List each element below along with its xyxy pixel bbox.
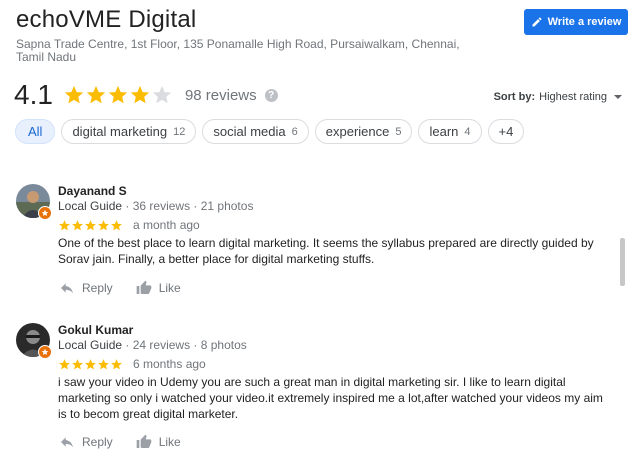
local-guide-label: Local Guide bbox=[58, 338, 123, 352]
chip-label: +4 bbox=[498, 124, 514, 139]
review-text: One of the best place to learn digital m… bbox=[58, 236, 594, 266]
rating-summary: 4.1 98 reviews ? bbox=[14, 79, 278, 110]
review-rating: a month ago bbox=[58, 218, 200, 232]
like-button[interactable]: Like bbox=[135, 434, 181, 450]
review-actions: Reply Like bbox=[58, 434, 203, 450]
write-review-button[interactable]: Write a review bbox=[524, 9, 628, 35]
sort-value: Highest rating bbox=[539, 91, 607, 103]
star-icon bbox=[72, 358, 83, 369]
star-icon bbox=[64, 85, 84, 104]
local-guide-label: Local Guide bbox=[58, 199, 123, 213]
review-date: 6 months ago bbox=[133, 357, 206, 371]
reply-icon bbox=[61, 437, 73, 448]
chip-more[interactable]: +4 bbox=[487, 119, 525, 144]
scrollbar[interactable] bbox=[620, 238, 625, 286]
chip-count: 5 bbox=[395, 125, 402, 138]
review-date: a month ago bbox=[133, 218, 200, 232]
like-label: Like bbox=[158, 281, 181, 295]
chip-count: 6 bbox=[291, 125, 298, 138]
star-icon bbox=[152, 85, 172, 104]
business-name: echoVME Digital bbox=[16, 6, 197, 33]
star-icon bbox=[86, 85, 106, 104]
review-stars bbox=[58, 358, 123, 371]
write-review-label: Write a review bbox=[547, 16, 622, 28]
star-icon bbox=[85, 219, 96, 230]
star-icon bbox=[111, 219, 122, 230]
chevron-down-icon bbox=[614, 95, 622, 99]
chip-all[interactable]: All bbox=[15, 119, 56, 144]
local-guide-badge-icon bbox=[38, 345, 52, 359]
star-icon bbox=[72, 219, 83, 230]
sort-label: Sort by: bbox=[493, 91, 536, 103]
chip-label: digital marketing bbox=[72, 124, 168, 139]
star-icon bbox=[130, 85, 150, 104]
reviewer-name[interactable]: Gokul Kumar bbox=[58, 323, 133, 337]
star-icon bbox=[111, 358, 122, 369]
star-icon bbox=[59, 358, 70, 369]
chip-learn[interactable]: learn 4 bbox=[418, 119, 482, 144]
local-guide-badge-icon bbox=[38, 206, 52, 220]
reply-button[interactable]: Reply bbox=[58, 280, 113, 296]
chip-experience[interactable]: experience 5 bbox=[314, 119, 413, 144]
review-actions: Reply Like bbox=[58, 280, 203, 296]
review-rating: 6 months ago bbox=[58, 357, 206, 371]
reviewer-stats: · 36 reviews · 21 photos bbox=[122, 199, 254, 213]
business-address: Sapna Trade Centre, 1st Floor, 135 Ponam… bbox=[16, 37, 460, 64]
review-text: i saw your video in Udemy you are such a… bbox=[58, 375, 603, 421]
chip-label: social media bbox=[213, 124, 286, 139]
review-item: Gokul Kumar Local Guide · 24 reviews · 8… bbox=[14, 323, 614, 453]
rating-value: 4.1 bbox=[14, 79, 53, 110]
rating-stars bbox=[63, 84, 173, 106]
sort-dropdown[interactable]: Sort by: Highest rating bbox=[494, 91, 622, 103]
star-icon bbox=[108, 85, 128, 104]
reviewer-meta: Local Guide · 36 reviews · 21 photos bbox=[58, 199, 253, 213]
reviewer-name[interactable]: Dayanand S bbox=[58, 184, 127, 198]
pencil-icon bbox=[532, 17, 542, 27]
thumbs-up-icon bbox=[136, 280, 152, 294]
reviewer-meta: Local Guide · 24 reviews · 8 photos bbox=[58, 338, 247, 352]
topic-filter-chips: All digital marketing 12 social media 6 … bbox=[15, 119, 525, 144]
chip-count: 12 bbox=[173, 125, 186, 138]
like-label: Like bbox=[158, 435, 181, 449]
star-icon bbox=[98, 219, 109, 230]
chip-label: All bbox=[28, 124, 43, 139]
reply-icon bbox=[61, 283, 73, 294]
chip-digital-marketing[interactable]: digital marketing 12 bbox=[61, 119, 197, 144]
chip-label: learn bbox=[429, 124, 459, 139]
chip-count: 4 bbox=[464, 125, 471, 138]
reply-label: Reply bbox=[82, 435, 113, 449]
reply-label: Reply bbox=[82, 281, 113, 295]
chip-social-media[interactable]: social media 6 bbox=[202, 119, 309, 144]
thumbs-up-icon bbox=[136, 434, 152, 448]
star-icon bbox=[85, 358, 96, 369]
reply-button[interactable]: Reply bbox=[58, 434, 113, 450]
review-stars bbox=[58, 219, 123, 232]
review-item: Dayanand S Local Guide · 36 reviews · 21… bbox=[14, 184, 614, 304]
reviewer-stats: · 24 reviews · 8 photos bbox=[122, 338, 247, 352]
star-icon bbox=[59, 219, 70, 230]
chip-label: experience bbox=[325, 124, 390, 139]
help-icon[interactable]: ? bbox=[264, 88, 278, 102]
like-button[interactable]: Like bbox=[135, 280, 181, 296]
star-icon bbox=[98, 358, 109, 369]
review-count[interactable]: 98 reviews bbox=[185, 87, 257, 104]
